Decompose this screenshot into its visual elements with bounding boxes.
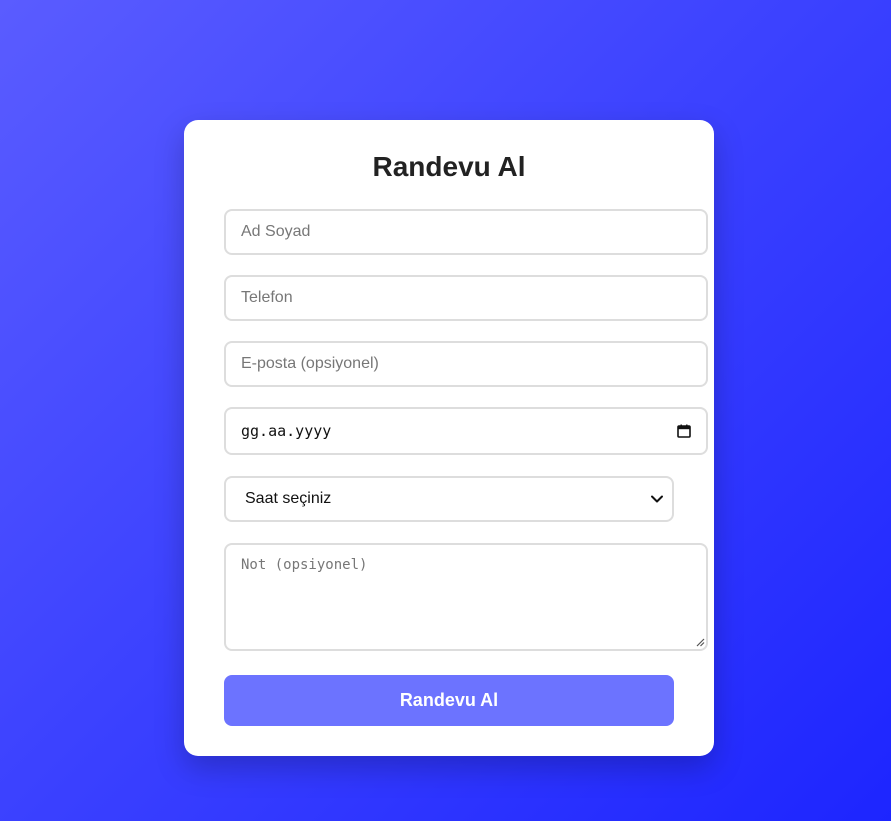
appointment-card: Randevu Al gg.aa.yyyy Saat seçiniz bbox=[184, 120, 714, 756]
note-textarea[interactable] bbox=[224, 543, 708, 651]
email-input[interactable] bbox=[224, 341, 708, 387]
date-input[interactable]: gg.aa.yyyy bbox=[224, 407, 708, 455]
submit-button[interactable]: Randevu Al bbox=[224, 675, 674, 726]
phone-input[interactable] bbox=[224, 275, 708, 321]
time-select-value: Saat seçiniz bbox=[245, 490, 332, 507]
form-title: Randevu Al bbox=[372, 151, 526, 182]
name-input[interactable] bbox=[224, 209, 708, 255]
date-format-text: gg.aa.yyyy bbox=[241, 422, 332, 440]
chevron-down-icon bbox=[650, 494, 664, 504]
time-select[interactable]: Saat seçiniz bbox=[224, 476, 674, 522]
resize-handle-icon[interactable] bbox=[695, 637, 705, 647]
calendar-icon[interactable] bbox=[677, 424, 691, 438]
